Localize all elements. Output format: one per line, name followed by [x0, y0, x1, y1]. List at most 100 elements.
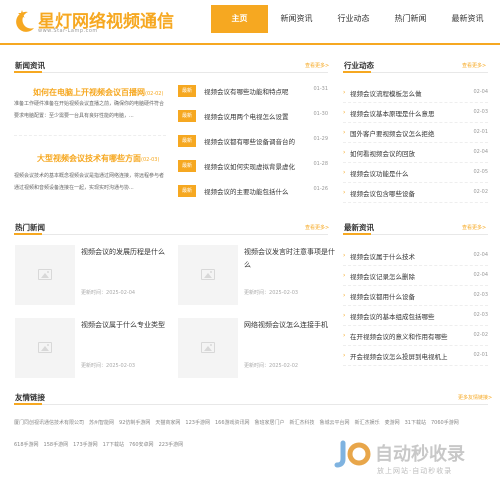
industry-more-link[interactable]: 查看更多>	[462, 62, 486, 69]
arrow-icon: ›	[343, 169, 346, 176]
headline-1[interactable]: 如何在电脑上开视频会议百播网(02-02)	[33, 87, 163, 98]
friend-link[interactable]: 鲁城云平台网	[320, 420, 350, 426]
friend-link[interactable]: 760安卓网	[129, 442, 154, 448]
headline-2-summary: 视频会议技术的基本概念视频会议是指通过网络连接，将远程参与者通过视频和音频设备连…	[14, 173, 165, 191]
arrow-icon: ›	[343, 109, 346, 116]
hot-card[interactable]: 视频会议属于什么专业类型 更新时间：2025-02-03	[15, 318, 175, 383]
latest-title-underline	[343, 233, 371, 235]
moon-star-logo-icon	[16, 10, 34, 32]
friend-link[interactable]: 158手游网	[44, 442, 69, 448]
list-item-date: 02-02	[473, 332, 488, 338]
friend-link[interactable]: 苏州智能网	[89, 420, 114, 426]
hot-card[interactable]: 视频会议的发展历程是什么 更新时间：2025-02-04	[15, 245, 175, 310]
list-item-text[interactable]: 视频会议都有哪些设备调音台的	[204, 136, 304, 146]
list-item-date: 01-28	[313, 161, 328, 167]
friend-link[interactable]: 223手游网	[159, 442, 184, 448]
image-placeholder-icon	[201, 269, 215, 280]
thumbnail[interactable]	[15, 245, 75, 305]
news-section-title: 新闻资讯	[15, 61, 45, 70]
list-item[interactable]: › 视频会议属于什么技术 02-04	[343, 246, 488, 266]
list-item-text[interactable]: 视频会议的基本组成包括哪些	[350, 311, 435, 321]
list-item-text[interactable]: 在开视频会议的意义和作用有哪些	[350, 331, 448, 341]
news-more-link[interactable]: 查看更多>	[305, 62, 329, 69]
list-item[interactable]: › 视频会议的基本组成包括哪些 02-03	[343, 306, 488, 326]
list-item-date: 02-05	[473, 169, 488, 175]
hot-divider	[14, 234, 328, 235]
list-item-date: 02-03	[473, 312, 488, 318]
friend-link[interactable]: 鲁班家居门户	[255, 420, 285, 426]
hot-card[interactable]: 视频会议发言时注意事项是什么 更新时间：2025-02-03	[178, 245, 338, 310]
nav-industry[interactable]: 行业动态	[325, 5, 382, 33]
nav-news[interactable]: 新闻资讯	[268, 5, 325, 33]
list-item[interactable]: 最新 视频会议的主要功能包括什么 01-26	[178, 183, 328, 208]
list-item-text[interactable]: 开会视频会议怎么投屏到电视机上	[350, 351, 448, 361]
friend-link[interactable]: 31下载站	[405, 420, 426, 426]
list-item[interactable]: › 视频会议都用什么设备 02-03	[343, 286, 488, 306]
list-item-date: 02-04	[473, 252, 488, 258]
new-badge: 最新	[178, 185, 196, 197]
list-item[interactable]: › 国外客户要视频会议怎么拒绝 02-01	[343, 123, 488, 143]
hot-more-link[interactable]: 查看更多>	[305, 224, 329, 231]
friend-link[interactable]: 123手游网	[185, 420, 210, 426]
headline-2[interactable]: 大型视频会议技术有哪些方面(02-03)	[37, 153, 159, 164]
friend-link[interactable]: 17下载站	[103, 442, 124, 448]
card-date: 更新时间：2025-02-04	[81, 290, 136, 296]
list-item[interactable]: › 视频会议流程模板怎么做 02-04	[343, 83, 488, 103]
card-title[interactable]: 视频会议属于什么专业类型	[81, 319, 176, 332]
nav-hot[interactable]: 热门新闻	[382, 5, 439, 33]
list-item-text[interactable]: 视频会议属于什么技术	[350, 251, 415, 261]
list-item[interactable]: › 视频会议基本原理是什么意思 02-03	[343, 103, 488, 123]
friend-link[interactable]: 新汇杰娱乐	[355, 420, 380, 426]
arrow-icon: ›	[343, 129, 346, 136]
friend-link[interactable]: 7060手游网	[431, 420, 459, 426]
image-placeholder-icon	[201, 342, 215, 353]
friend-link[interactable]: 173手游网	[73, 442, 98, 448]
list-item-date: 01-31	[313, 86, 328, 92]
card-date: 更新时间：2025-02-03	[81, 363, 136, 369]
list-item-text[interactable]: 视频会议如何实现虚拟背景虚化	[204, 161, 304, 171]
list-item-text[interactable]: 视频会议的主要功能包括什么	[204, 186, 304, 196]
list-item[interactable]: › 视频会议包含哪些设备 02-02	[343, 183, 488, 203]
list-item-text[interactable]: 国外客户要视频会议怎么拒绝	[350, 128, 435, 138]
list-item[interactable]: › 视频会议记录怎么删除 02-04	[343, 266, 488, 286]
headline-1-summary: 准备工作硬件准备在开始视频会议直播之前，确保你的电脑硬件符合要求电脑配置：至少需…	[14, 101, 165, 119]
nav-latest[interactable]: 最新资讯	[439, 5, 496, 33]
list-item[interactable]: › 在开视频会议的意义和作用有哪些 02-02	[343, 326, 488, 346]
list-item[interactable]: › 开会视频会议怎么投屏到电视机上 02-01	[343, 346, 488, 366]
list-item-text[interactable]: 视频会议记录怎么删除	[350, 271, 415, 281]
friend-link[interactable]: 天猫商家网	[155, 420, 180, 426]
card-title[interactable]: 视频会议的发展历程是什么	[81, 246, 176, 259]
site-logo[interactable]: 星灯网络视频通信 www.Star-Lamp.com	[14, 6, 174, 36]
friend-link[interactable]: 厦门同创视讯通信技术有限公司	[14, 420, 84, 426]
list-item-text[interactable]: 如何看视频会议的回放	[350, 148, 415, 158]
list-item-text[interactable]: 视频会议用两个电视怎么设置	[204, 111, 304, 121]
list-item-text[interactable]: 视频会议包含哪些设备	[350, 188, 415, 198]
friend-link[interactable]: 麦游网	[385, 420, 400, 426]
list-item[interactable]: 最新 视频会议用两个电视怎么设置 01-30	[178, 108, 328, 133]
card-title[interactable]: 网络视频会议怎么连接手机	[244, 319, 339, 332]
friend-link[interactable]: 166游戏资讯网	[215, 420, 250, 426]
nav-home[interactable]: 主页	[211, 5, 268, 33]
list-item[interactable]: 最新 视频会议有哪些功能和特点呢 01-31	[178, 83, 328, 108]
thumbnail[interactable]	[178, 318, 238, 378]
card-title[interactable]: 视频会议发言时注意事项是什么	[244, 246, 339, 272]
hot-card[interactable]: 网络视频会议怎么连接手机 更新时间：2025-02-02	[178, 318, 338, 383]
friend-link[interactable]: 新汇杰科技	[290, 420, 315, 426]
list-item-text[interactable]: 视频会议基本原理是什么意思	[350, 108, 435, 118]
list-item[interactable]: 最新 视频会议都有哪些设备调音台的 01-29	[178, 133, 328, 158]
news-list: 最新 视频会议有哪些功能和特点呢 01-31 最新 视频会议用两个电视怎么设置 …	[178, 83, 328, 208]
list-item-text[interactable]: 视频会议都用什么设备	[350, 291, 415, 301]
list-item-text[interactable]: 视频会议有哪些功能和特点呢	[204, 86, 304, 96]
list-item[interactable]: › 视频会议功能是什么 02-05	[343, 163, 488, 183]
latest-more-link[interactable]: 查看更多>	[462, 224, 486, 231]
friend-link[interactable]: 618手游网	[14, 442, 39, 448]
links-more-link[interactable]: 更多友情链接>	[458, 394, 492, 401]
card-date: 更新时间：2025-02-03	[244, 290, 299, 296]
list-item-text[interactable]: 视频会议功能是什么	[350, 168, 409, 178]
list-item[interactable]: 最新 视频会议如何实现虚拟背景虚化 01-28	[178, 158, 328, 183]
list-item[interactable]: › 如何看视频会议的回放 02-04	[343, 143, 488, 163]
thumbnail[interactable]	[15, 318, 75, 378]
list-item-text[interactable]: 视频会议流程模板怎么做	[350, 88, 422, 98]
thumbnail[interactable]	[178, 245, 238, 305]
friend-link[interactable]: 92仿制手游网	[119, 420, 150, 426]
